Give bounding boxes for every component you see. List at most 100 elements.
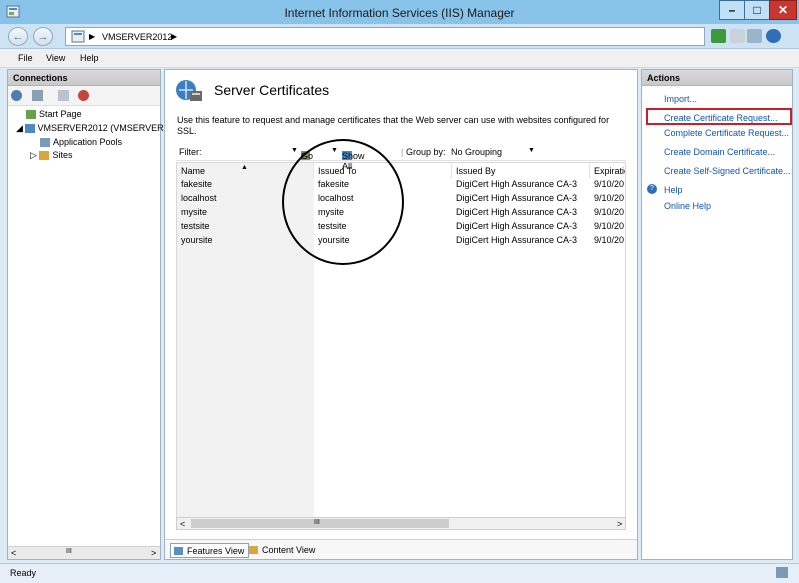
back-button[interactable]: ←: [8, 27, 28, 46]
sort-ascending-icon: ▲: [241, 164, 248, 171]
connections-header: Connections: [8, 70, 160, 86]
tab-features-view[interactable]: Features View: [170, 543, 250, 558]
breadcrumb-chevron-icon: ▶: [89, 32, 96, 41]
close-button[interactable]: ✕: [769, 0, 797, 20]
group-by-label: Group by:: [406, 147, 446, 157]
close-icon: ✕: [777, 3, 789, 17]
features-view-icon: [174, 547, 183, 555]
expanded-triangle-icon[interactable]: ◢: [16, 123, 23, 133]
forward-button[interactable]: →: [33, 27, 53, 46]
action-create-domain-certificate[interactable]: Create Domain Certificate...: [664, 147, 775, 157]
column-header-expiration[interactable]: Expiratic: [590, 163, 625, 178]
table-row[interactable]: yoursite yoursite DigiCert High Assuranc…: [177, 234, 625, 248]
help-icon[interactable]: [766, 29, 781, 43]
cell-issued-by: DigiCert High Assurance CA-3: [456, 235, 578, 245]
maximize-button[interactable]: □: [744, 0, 770, 20]
address-field[interactable]: ▶ VMSERVER2012 ▶: [65, 27, 705, 46]
scroll-left-icon[interactable]: <: [180, 519, 185, 529]
server-certificates-icon: [176, 80, 202, 101]
status-text: Ready: [10, 568, 37, 578]
collapsed-triangle-icon[interactable]: ▷: [30, 150, 37, 160]
tree-sites[interactable]: ▷ Sites: [30, 150, 72, 161]
center-panel: Server Certificates Use this feature to …: [164, 69, 638, 560]
scroll-left-icon[interactable]: <: [11, 548, 16, 558]
network-status-icon: [776, 567, 788, 578]
cell-name: fakesite: [181, 179, 213, 189]
page-description: Use this feature to request and manage c…: [177, 115, 610, 136]
home-icon[interactable]: [747, 29, 762, 43]
breadcrumb-chevron-icon[interactable]: ▶: [171, 32, 177, 41]
sites-folder-icon: [39, 151, 50, 161]
filter-bar: Filter: ▼ Go ▼ Show All | Group by: No G…: [176, 143, 626, 171]
help-icon: ?: [647, 184, 657, 194]
menu-file[interactable]: File: [18, 53, 33, 63]
tree-application-pools[interactable]: Application Pools: [40, 137, 122, 148]
tab-content-view[interactable]: Content View: [246, 543, 319, 558]
stop-icon[interactable]: [730, 29, 745, 43]
cell-expiration: 9/10/20: [594, 193, 625, 203]
column-header-issued-by[interactable]: Issued By: [452, 163, 590, 178]
action-create-self-signed-certificate[interactable]: Create Self-Signed Certificate...: [664, 166, 791, 176]
server-icon: [25, 124, 36, 134]
cell-name: yoursite: [181, 235, 213, 245]
filter-dropdown-icon[interactable]: ▼: [291, 147, 298, 154]
minimize-icon: –: [728, 3, 736, 17]
page-title: Server Certificates: [214, 82, 330, 98]
menu-view[interactable]: View: [46, 53, 65, 63]
scroll-right-icon[interactable]: >: [617, 519, 622, 529]
filter-input[interactable]: [210, 145, 296, 158]
group-by-dropdown-icon[interactable]: ▼: [528, 147, 535, 154]
cell-name: testsite: [181, 221, 210, 231]
cell-issued-by: DigiCert High Assurance CA-3: [456, 221, 578, 231]
connect-icon[interactable]: [11, 90, 22, 101]
scroll-thumb[interactable]: [191, 519, 449, 528]
minimize-button[interactable]: –: [719, 0, 745, 20]
filter-separator: |: [401, 147, 404, 157]
action-help[interactable]: Help: [664, 185, 683, 195]
scroll-grip[interactable]: III: [66, 548, 72, 555]
table-row[interactable]: testsite testsite DigiCert High Assuranc…: [177, 220, 625, 234]
cell-expiration: 9/10/20: [594, 221, 625, 231]
cell-expiration: 9/10/20: [594, 235, 625, 245]
refresh-icon[interactable]: [711, 29, 726, 43]
save-icon[interactable]: [32, 90, 43, 101]
actions-panel: Actions Import... Create Certificate Req…: [641, 69, 793, 560]
forward-arrow-icon: →: [37, 30, 49, 43]
cell-name: mysite: [181, 207, 208, 217]
up-icon[interactable]: [58, 90, 69, 101]
back-arrow-icon: ←: [12, 30, 24, 43]
connections-toolbar: [8, 86, 160, 106]
menu-help[interactable]: Help: [80, 53, 99, 63]
group-by-select[interactable]: No Grouping: [451, 147, 502, 157]
server-icon: [71, 30, 85, 43]
annotation-circle: [282, 139, 404, 265]
application-pools-icon: [40, 138, 50, 148]
status-bar: Ready: [0, 563, 799, 583]
maximize-icon: □: [753, 3, 761, 17]
action-import[interactable]: Import...: [664, 94, 697, 104]
cell-name: localhost: [181, 193, 217, 203]
address-bar: ← → ▶ VMSERVER2012 ▶: [0, 24, 799, 49]
breadcrumb-server[interactable]: VMSERVER2012: [102, 32, 172, 42]
disconnect-icon[interactable]: [78, 90, 89, 101]
scroll-right-icon[interactable]: >: [151, 548, 156, 558]
content-view-icon: [249, 546, 258, 554]
tree-start-page[interactable]: Start Page: [26, 109, 82, 120]
action-complete-certificate-request[interactable]: Complete Certificate Request...: [664, 128, 789, 138]
tree-server[interactable]: ◢ VMSERVER2012 (VMSERVER20: [16, 123, 174, 134]
connections-panel: Connections Start Page ◢ VMSERVER2012 (V…: [7, 69, 174, 560]
cell-issued-by: DigiCert High Assurance CA-3: [456, 193, 578, 203]
action-create-certificate-request[interactable]: Create Certificate Request...: [664, 113, 778, 123]
start-page-icon: [26, 110, 36, 120]
connections-horizontal-scrollbar[interactable]: < III >: [8, 546, 160, 559]
grid-horizontal-scrollbar[interactable]: < III >: [176, 517, 626, 530]
cell-expiration: 9/10/20: [594, 179, 625, 189]
action-online-help[interactable]: Online Help: [664, 201, 711, 211]
scroll-grip[interactable]: III: [314, 519, 320, 526]
actions-header: Actions: [642, 70, 792, 86]
menu-bar: File View Help: [0, 49, 799, 68]
cell-issued-by: DigiCert High Assurance CA-3: [456, 179, 578, 189]
filter-label: Filter:: [179, 147, 202, 157]
title-bar: Internet Information Services (IIS) Mana…: [0, 0, 799, 24]
cell-issued-by: DigiCert High Assurance CA-3: [456, 207, 578, 217]
